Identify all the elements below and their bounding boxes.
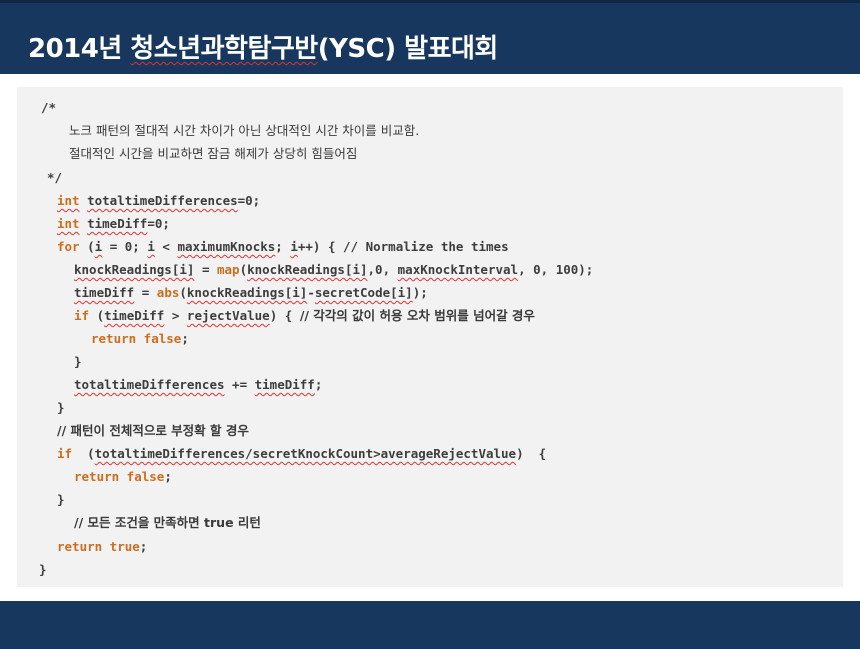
code-line-9: totaltimeDifferences += timeDiff; — [74, 377, 323, 392]
code-line-6: if (timeDiff > rejectValue) { // 각각의 값이 … — [74, 308, 535, 323]
comment-open: /* — [41, 100, 57, 115]
code-line-15: // 모든 조건을 만족하면 true 리턴 — [74, 515, 261, 530]
code-line-14: } — [57, 492, 65, 507]
code-line-11: // 패턴이 전체적으로 부정확 할 경우 — [57, 423, 249, 438]
title-year: 2014년 — [28, 34, 131, 64]
code-line-2: int timeDiff=0; — [57, 216, 170, 231]
code-line-16: return true; — [57, 539, 148, 554]
title-club-name: 청소년과학탐구반 — [130, 34, 318, 64]
code-line-5: timeDiff = abs(knockReadings[i]-secretCo… — [74, 285, 428, 300]
code-line-13: return false; — [74, 469, 172, 484]
code-line-3: for (i = 0; i < maximumKnocks; i++) { //… — [57, 239, 509, 254]
code-line-1: int totaltimeDifferences=0; — [57, 193, 261, 208]
code-line-10: } — [57, 400, 65, 415]
slide-title: 2014년 청소년과학탐구반(YSC) 발표대회 — [28, 28, 498, 65]
code-line-7: return false; — [91, 331, 189, 346]
title-event: (YSC) 발표대회 — [317, 34, 499, 64]
comment-close: */ — [47, 170, 63, 185]
comment-line-2: 절대적인 시간을 비교하면 잠금 해제가 상당히 힘들어짐 — [69, 146, 358, 161]
code-line-17: } — [39, 562, 47, 577]
code-line-8: } — [74, 354, 82, 369]
code-line-12: if (totaltimeDifferences/secretKnockCoun… — [57, 446, 547, 461]
footer-bar — [0, 601, 860, 649]
comment-line-1: 노크 패턴의 절대적 시간 차이가 아닌 상대적인 시간 차이를 비교함. — [69, 123, 420, 138]
code-line-4: knockReadings[i] = map(knockReadings[i],… — [74, 262, 594, 277]
code-block: /* 노크 패턴의 절대적 시간 차이가 아닌 상대적인 시간 차이를 비교함.… — [17, 87, 843, 587]
